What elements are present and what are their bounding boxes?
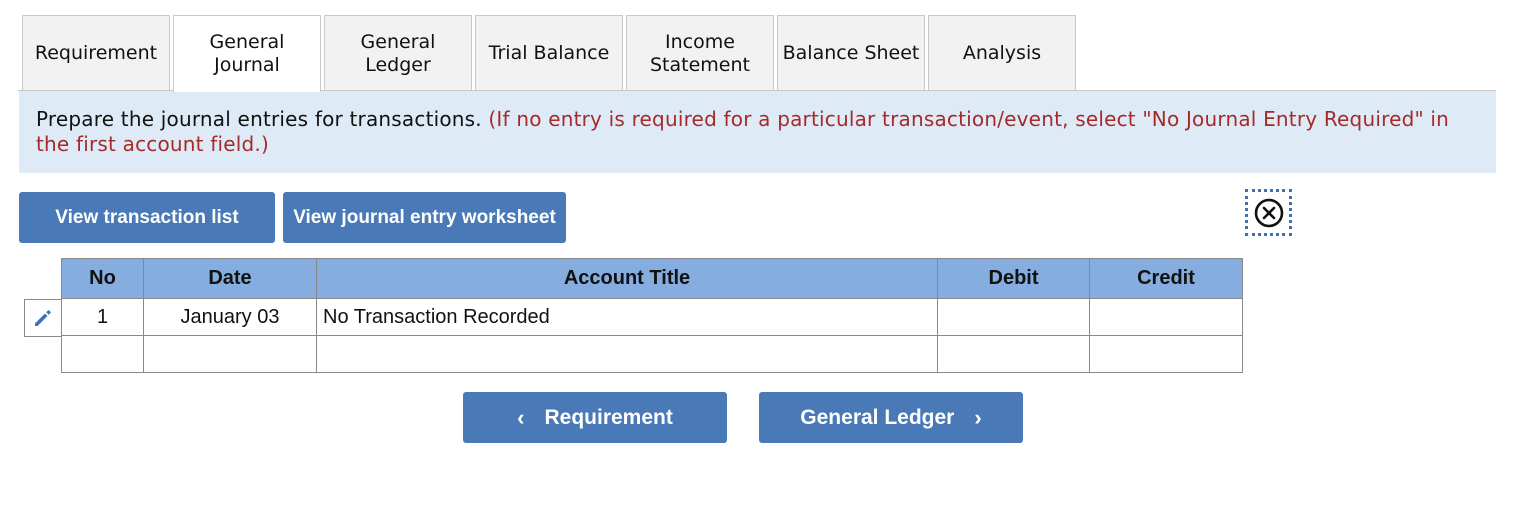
next-general-ledger-button[interactable]: General Ledger › (759, 392, 1023, 443)
table-header-row: No Date Account Title Debit Credit (61, 258, 1243, 299)
tab-requirement[interactable]: Requirement (22, 15, 170, 91)
tab-bar: Requirement General Journal General Ledg… (22, 15, 1079, 92)
journal-table: No Date Account Title Debit Credit 1 Jan… (61, 258, 1243, 373)
tab-income-statement[interactable]: Income Statement (626, 15, 774, 91)
table-row[interactable] (61, 335, 1243, 373)
instructions-main: Prepare the journal entries for transact… (36, 107, 489, 131)
cell-credit (1089, 298, 1243, 336)
cell-date: January 03 (143, 298, 317, 336)
view-journal-entry-worksheet-button[interactable]: View journal entry worksheet (283, 192, 566, 243)
chevron-left-icon: ‹ (517, 404, 525, 430)
tab-general-ledger[interactable]: General Ledger (324, 15, 472, 91)
header-account-title: Account Title (316, 258, 938, 299)
chevron-right-icon: › (974, 404, 982, 430)
tab-general-journal[interactable]: General Journal (173, 15, 321, 92)
edit-entry-button[interactable] (24, 299, 61, 337)
tab-analysis[interactable]: Analysis (928, 15, 1076, 91)
cell-no (61, 335, 144, 373)
cell-debit (937, 298, 1090, 336)
header-credit: Credit (1089, 258, 1243, 299)
cell-account-title (316, 335, 938, 373)
view-transaction-list-button[interactable]: View transaction list (19, 192, 275, 243)
header-date: Date (143, 258, 317, 299)
cell-no: 1 (61, 298, 144, 336)
cell-credit (1089, 335, 1243, 373)
prev-requirement-button[interactable]: ‹ Requirement (463, 392, 727, 443)
header-debit: Debit (937, 258, 1090, 299)
cell-account-title: No Transaction Recorded (316, 298, 938, 336)
tab-balance-sheet[interactable]: Balance Sheet (777, 15, 925, 91)
tab-trial-balance[interactable]: Trial Balance (475, 15, 623, 91)
close-button[interactable] (1245, 189, 1292, 236)
cell-debit (937, 335, 1090, 373)
pencil-icon (35, 310, 51, 326)
cell-date (143, 335, 317, 373)
prev-button-label: Requirement (544, 405, 673, 429)
header-no: No (61, 258, 144, 299)
table-row[interactable]: 1 January 03 No Transaction Recorded (61, 298, 1243, 336)
next-button-label: General Ledger (800, 405, 955, 429)
close-circle-icon (1254, 198, 1283, 227)
instructions-panel: Prepare the journal entries for transact… (19, 91, 1496, 173)
